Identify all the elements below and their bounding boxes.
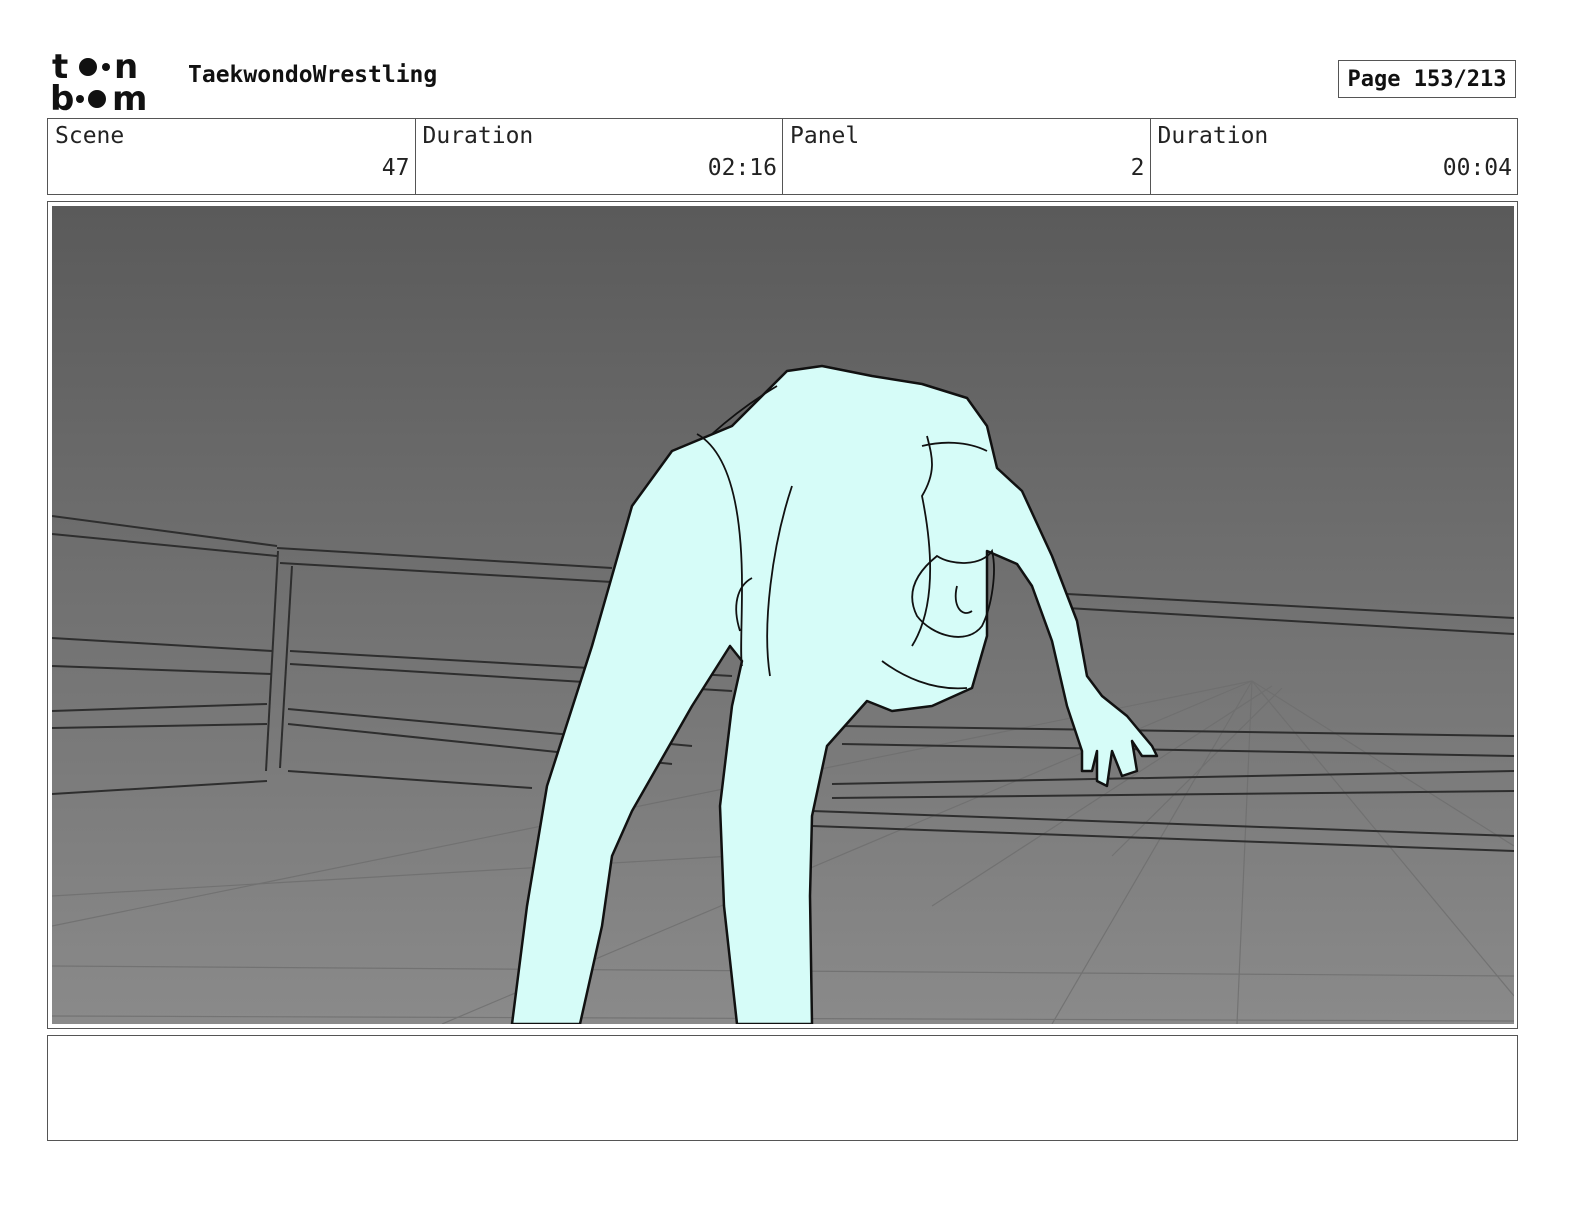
panel-value: 2: [1130, 155, 1145, 181]
svg-text:b: b: [50, 79, 74, 114]
scene-duration-cell: Duration 02:16: [416, 119, 783, 194]
notes-box: [47, 1035, 1518, 1141]
svg-text:m: m: [112, 79, 147, 114]
scene-duration-label: Duration: [422, 123, 534, 149]
panel-cell: Panel 2: [783, 119, 1151, 194]
panel-label: Panel: [790, 123, 860, 149]
toon-boom-logo: t n b m: [50, 50, 147, 114]
storyboard-panel-image: [52, 206, 1514, 1024]
panel-duration-cell: Duration 00:04: [1151, 119, 1518, 194]
scene-label: Scene: [55, 123, 125, 149]
scene-cell: Scene 47: [48, 119, 416, 194]
page-number: Page 153/213: [1338, 60, 1516, 98]
scene-value: 47: [381, 155, 410, 181]
scene-duration-value: 02:16: [707, 155, 777, 181]
project-title: TaekwondoWrestling: [188, 62, 438, 88]
panel-duration-label: Duration: [1157, 123, 1269, 149]
panel-duration-value: 00:04: [1442, 155, 1512, 181]
info-row: Scene 47 Duration 02:16 Panel 2 Duration…: [47, 118, 1518, 195]
